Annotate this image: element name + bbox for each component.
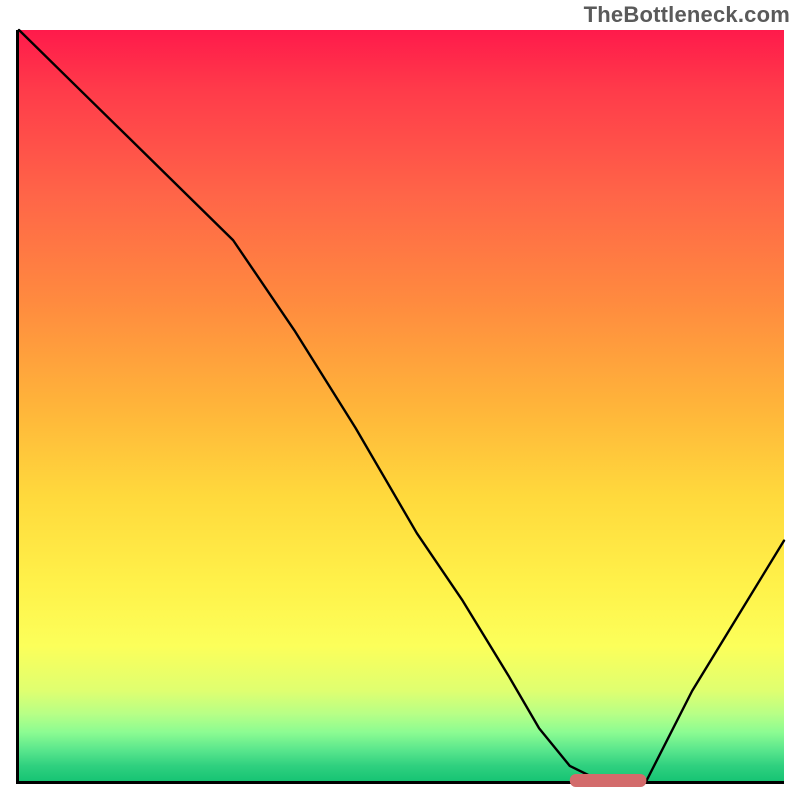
chart-overlay [19, 30, 784, 781]
optimal-range-marker [570, 774, 647, 787]
bottleneck-curve [19, 30, 784, 781]
watermark-text: TheBottleneck.com [584, 2, 790, 28]
chart-container: TheBottleneck.com [0, 0, 800, 800]
plot-area [16, 30, 784, 784]
